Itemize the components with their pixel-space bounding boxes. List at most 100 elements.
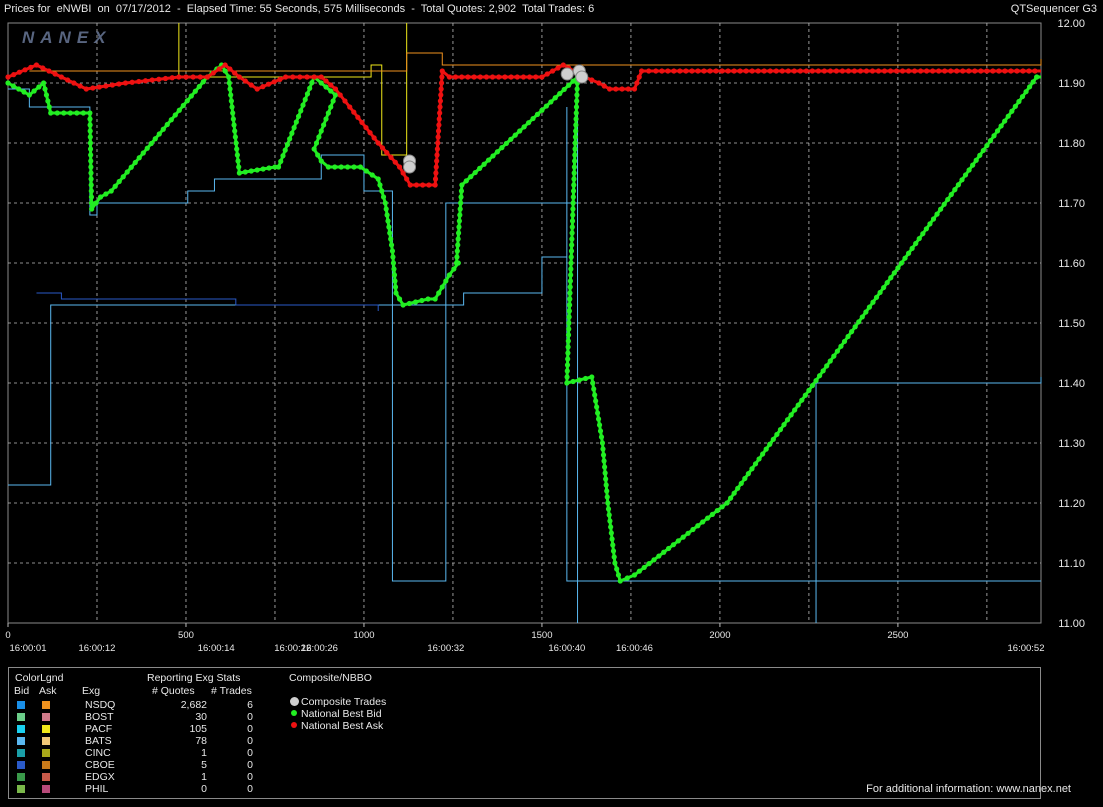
best-bid-point	[636, 568, 642, 574]
best-ask-point	[815, 68, 821, 74]
best-bid-point	[316, 134, 322, 140]
best-bid-point	[984, 142, 990, 149]
best-bid-point	[1027, 84, 1033, 90]
best-bid-point	[568, 248, 575, 254]
best-bid-point	[841, 338, 848, 345]
best-bid-point	[472, 169, 478, 176]
best-ask-point	[392, 159, 398, 165]
best-bid-point	[566, 308, 572, 314]
best-bid-point	[966, 167, 972, 173]
best-ask-point	[851, 68, 858, 74]
best-bid-point	[603, 476, 609, 482]
best-ask-point	[169, 75, 175, 81]
best-bid-point	[614, 566, 620, 572]
best-bid-point	[597, 428, 604, 434]
best-bid-point	[564, 368, 570, 374]
best-bid-point	[313, 140, 320, 146]
best-ask-point	[236, 74, 242, 80]
best-bid-point	[525, 120, 532, 126]
best-bid-point	[781, 422, 787, 428]
best-ask-point	[755, 68, 761, 74]
exchange-header: Exg	[82, 685, 101, 697]
best-bid-point	[661, 549, 667, 555]
best-ask-point	[28, 64, 34, 70]
best-ask-point	[631, 86, 638, 92]
best-bid-point	[300, 102, 306, 108]
best-bid-point	[61, 110, 67, 116]
best-bid-point	[425, 296, 431, 302]
best-bid-point	[991, 133, 997, 139]
best-bid-point	[328, 88, 334, 94]
best-bid-point	[567, 296, 573, 302]
best-bid-point	[955, 182, 962, 188]
best-ask-point	[978, 68, 984, 74]
best-bid-point	[566, 302, 573, 308]
best-ask-point	[875, 68, 882, 74]
ask-color-swatch	[42, 773, 50, 781]
best-bid-point	[856, 319, 862, 325]
best-bid-point	[88, 176, 94, 182]
best-bid-point	[248, 168, 254, 174]
best-ask-point	[435, 140, 441, 146]
composite-trade-marker	[403, 160, 417, 174]
best-bid-point	[521, 124, 527, 130]
best-bid-point	[792, 407, 798, 413]
best-ask-point	[1014, 68, 1020, 74]
best-bid-point	[592, 392, 598, 398]
exchange-quote-line	[8, 88, 579, 623]
time-label: 16:00:26	[301, 643, 338, 654]
best-bid-point	[384, 212, 390, 218]
best-ask-point	[863, 68, 870, 74]
best-bid-point	[881, 284, 887, 291]
best-ask-point	[435, 134, 441, 140]
best-bid-point	[607, 518, 613, 524]
best-bid-point	[624, 575, 630, 581]
best-ask-point	[636, 74, 642, 80]
best-ask-point	[544, 71, 550, 77]
best-ask-point	[606, 86, 613, 92]
best-bid-point	[392, 278, 398, 284]
best-ask-point	[601, 83, 607, 89]
best-bid-point	[877, 289, 883, 296]
best-ask-point	[183, 74, 189, 80]
trade-count: 0	[247, 735, 253, 747]
best-bid-point	[631, 572, 638, 578]
composite-label: Composite Trades	[301, 696, 387, 708]
composite-label: National Best Ask	[301, 720, 384, 732]
best-bid-point	[646, 561, 652, 567]
best-bid-point	[539, 107, 545, 113]
best-bid-point	[770, 436, 776, 442]
best-bid-point	[1030, 79, 1036, 85]
best-ask-point	[533, 74, 539, 80]
best-bid-point	[176, 107, 182, 113]
best-bid-point	[617, 578, 623, 584]
best-bid-point	[436, 290, 442, 296]
time-label: 16:00:52	[1008, 643, 1045, 654]
best-ask-point	[332, 86, 339, 92]
best-ask-point	[83, 86, 89, 92]
best-bid-point	[287, 136, 293, 142]
bid-header: Bid	[14, 685, 30, 697]
best-ask-point	[297, 74, 303, 80]
best-bid-point	[852, 324, 858, 330]
best-bid-point	[863, 309, 869, 315]
y-tick-label: 11.50	[1058, 318, 1085, 330]
best-bid-point	[36, 84, 42, 90]
best-bid-point	[606, 512, 612, 518]
best-bid-point	[564, 362, 571, 368]
best-ask-point	[743, 68, 749, 74]
best-bid-point	[446, 272, 452, 278]
y-tick-label: 11.60	[1058, 258, 1085, 270]
best-bid-point	[572, 140, 578, 146]
best-ask-point	[465, 74, 471, 80]
best-bid-point	[788, 412, 794, 418]
best-ask-point	[779, 68, 785, 74]
best-ask-point	[887, 68, 894, 74]
exchange-name: PACF	[85, 723, 113, 735]
best-bid-point	[615, 572, 622, 578]
best-ask-point	[707, 68, 713, 74]
best-ask-point	[351, 109, 357, 115]
best-ask-point	[265, 81, 272, 87]
best-ask-point	[435, 128, 442, 134]
best-ask-point	[671, 68, 677, 74]
